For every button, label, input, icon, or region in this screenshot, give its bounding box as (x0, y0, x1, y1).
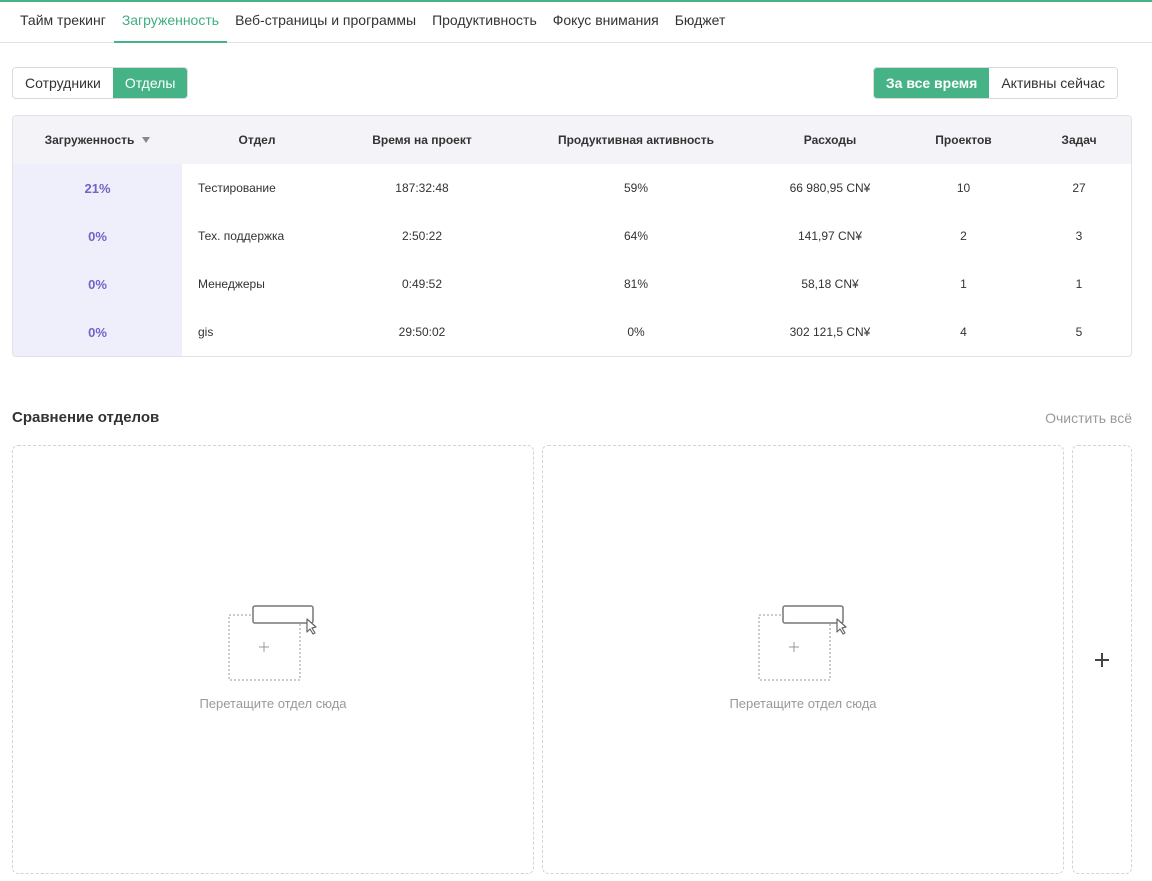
project-time-cell: 187:32:48 (395, 181, 449, 195)
departments-table: Загруженность Отдел Время на проект Прод… (12, 115, 1132, 357)
projects-cell: 2 (960, 229, 967, 243)
tab-budget[interactable]: Бюджет (667, 2, 734, 42)
tab-workload[interactable]: Загруженность (113, 2, 228, 43)
projects-cell: 1 (960, 277, 967, 291)
column-header-tasks[interactable]: Задач (1027, 116, 1131, 164)
productive-activity-cell: 59% (623, 181, 649, 195)
workload-cell: 21% (13, 164, 182, 212)
productive-activity-cell: 0% (627, 325, 645, 339)
department-drop-zone[interactable]: Перетащите отдел сюда (12, 445, 534, 874)
table-row[interactable]: 0% Менеджеры 0:49:52 81% 58,18 CN¥ 1 1 (13, 260, 1131, 308)
active-now-button[interactable]: Активны сейчас (989, 68, 1117, 98)
sort-desc-icon[interactable] (142, 137, 151, 143)
column-header-project-time[interactable]: Время на проект (332, 116, 512, 164)
department-cell: Тестирование (198, 181, 276, 195)
department-cell: Тех. поддержка (198, 229, 285, 243)
column-header-expenses[interactable]: Расходы (760, 116, 900, 164)
departments-button[interactable]: Отделы (112, 68, 188, 98)
clear-all-button[interactable]: Очистить всё (1045, 410, 1132, 426)
department-cell: gis (198, 325, 214, 339)
tab-web-pages-programs[interactable]: Веб-страницы и программы (227, 2, 424, 42)
department-cell: Менеджеры (198, 277, 265, 291)
drop-hint: Перетащите отдел сюда (729, 696, 877, 711)
add-comparison-slot-button[interactable] (1072, 445, 1132, 874)
table-header: Загруженность Отдел Время на проект Прод… (13, 116, 1131, 164)
column-header-department[interactable]: Отдел (182, 116, 332, 164)
drag-drop-icon (228, 605, 317, 681)
tasks-cell: 5 (1075, 325, 1083, 339)
column-header-label: Загруженность (44, 133, 135, 147)
drag-drop-icon (758, 605, 847, 681)
department-drop-zone[interactable]: Перетащите отдел сюда (542, 445, 1064, 874)
top-navigation: Тайм трекинг Загруженность Веб-страницы … (0, 2, 1152, 43)
tab-productivity[interactable]: Продуктивность (424, 2, 545, 42)
tab-time-tracking[interactable]: Тайм трекинг (12, 2, 114, 42)
table-row[interactable]: 21% Тестирование 187:32:48 59% 66 980,95… (13, 164, 1131, 212)
productive-activity-cell: 81% (623, 277, 649, 291)
time-toggle: За все время Активны сейчас (872, 67, 1118, 99)
expenses-cell: 302 121,5 CN¥ (789, 325, 871, 339)
projects-cell: 4 (960, 325, 967, 339)
tasks-cell: 27 (1072, 181, 1086, 195)
project-time-cell: 29:50:02 (398, 325, 446, 339)
all-time-button[interactable]: За все время (873, 68, 990, 98)
project-time-cell: 2:50:22 (401, 229, 443, 243)
comparison-title: Сравнение отделов (12, 409, 160, 426)
column-header-workload[interactable]: Загруженность (13, 116, 182, 164)
productive-activity-cell: 64% (623, 229, 649, 243)
tab-attention-focus[interactable]: Фокус внимания (545, 2, 667, 42)
table-row[interactable]: 0% gis 29:50:02 0% 302 121,5 CN¥ 4 5 (13, 308, 1131, 356)
column-header-projects[interactable]: Проектов (900, 116, 1027, 164)
plus-icon (1095, 652, 1109, 667)
table-row[interactable]: 0% Тех. поддержка 2:50:22 64% 141,97 CN¥… (13, 212, 1131, 260)
workload-cell: 0% (13, 260, 182, 308)
project-time-cell: 0:49:52 (401, 277, 443, 291)
workload-cell: 0% (13, 212, 182, 260)
view-toggle: Сотрудники Отделы (12, 67, 189, 99)
workload-cell: 0% (13, 308, 182, 356)
tasks-cell: 3 (1075, 229, 1083, 243)
employees-button[interactable]: Сотрудники (13, 68, 113, 98)
column-header-productive-activity[interactable]: Продуктивная активность (512, 116, 760, 164)
tasks-cell: 1 (1075, 277, 1083, 291)
expenses-cell: 58,18 CN¥ (801, 277, 859, 291)
expenses-cell: 66 980,95 CN¥ (789, 181, 871, 195)
expenses-cell: 141,97 CN¥ (797, 229, 863, 243)
projects-cell: 10 (956, 181, 971, 195)
drop-hint: Перетащите отдел сюда (199, 696, 347, 711)
